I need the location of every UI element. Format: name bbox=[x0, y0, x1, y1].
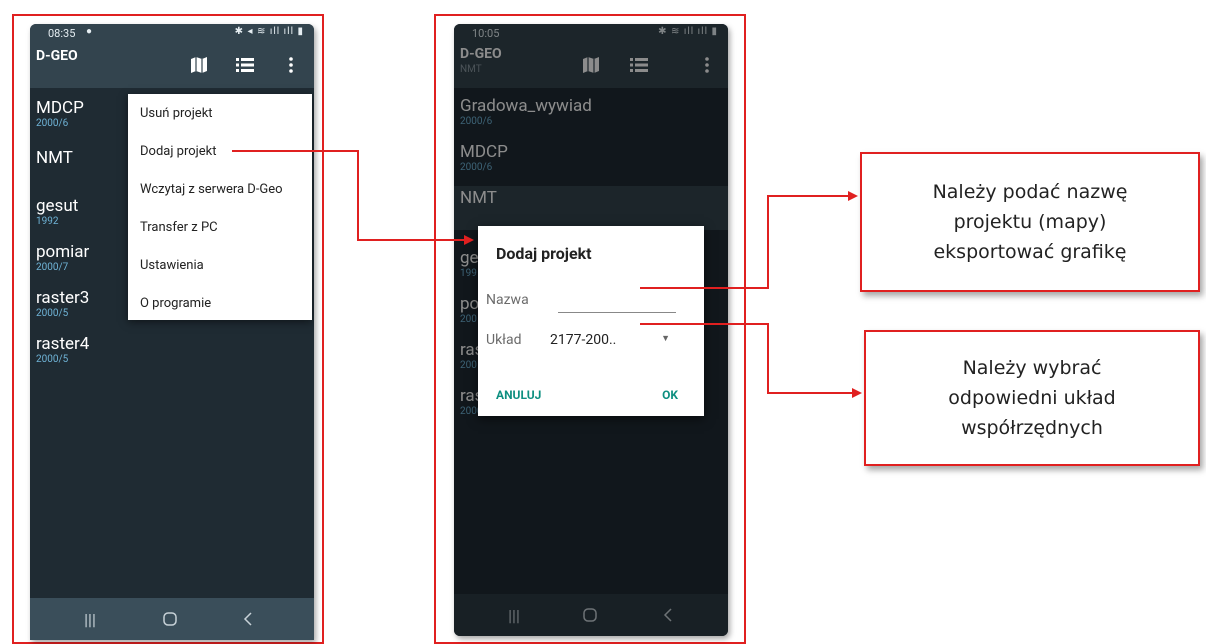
arrow-name-field bbox=[640, 191, 858, 289]
arrow-add-project bbox=[232, 150, 474, 245]
connector-arrows bbox=[232, 150, 862, 398]
arrow-system-field bbox=[640, 323, 862, 398]
